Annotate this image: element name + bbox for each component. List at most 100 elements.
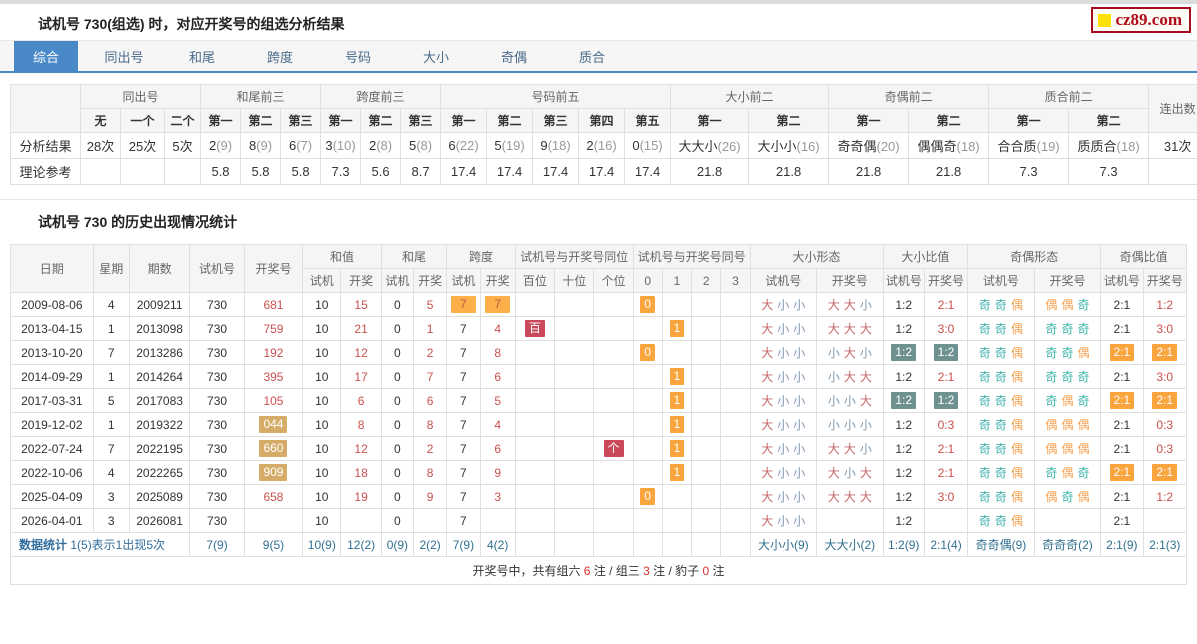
tab-大小[interactable]: 大小 (404, 41, 468, 71)
cell: 奇奇偶 (967, 484, 1035, 509)
cell: 2019322 (128, 412, 191, 437)
cell: 2:1 (923, 292, 969, 317)
cell: 1:2 (882, 340, 925, 365)
cell (720, 412, 751, 437)
cell: 4 (479, 316, 516, 341)
badge-1: 1 (669, 368, 685, 385)
cell: 730 (189, 292, 245, 317)
cell (661, 484, 693, 509)
badge-7: 7 (485, 296, 510, 313)
cell: 大大小(2) (816, 532, 884, 557)
cell (340, 508, 382, 533)
cell: 21.8 (908, 158, 990, 185)
pattern-奇偶奇: 奇偶奇 (1045, 394, 1090, 408)
cell: 小小小 (816, 412, 884, 437)
cell: 奇奇奇 (1033, 316, 1102, 341)
cell: 7 (92, 340, 130, 365)
cell: 奇奇偶 (967, 460, 1035, 485)
pattern-奇奇偶: 奇奇偶 (978, 466, 1023, 480)
header-cell: 号码前五 (440, 84, 672, 109)
cell (593, 292, 634, 317)
cell: 10 (302, 388, 342, 413)
cell: 奇奇偶 (967, 316, 1035, 341)
header-cell: 3 (720, 268, 751, 293)
pattern-大大小: 大大小 (827, 442, 872, 456)
header-cell: 第五 (624, 108, 672, 133)
history-section-title: 试机号 730 的历史出现情况统计 (38, 214, 238, 230)
pattern-偶偶偶: 偶偶偶 (1045, 418, 1090, 432)
cell: 2:1 (1142, 340, 1188, 365)
cell: 0:3 (1142, 436, 1188, 461)
badge-0: 0 (640, 296, 656, 313)
site-logo[interactable]: cz89.com (1091, 7, 1191, 33)
header-cell: 1 (661, 268, 693, 293)
tab-同出号[interactable]: 同出号 (92, 41, 156, 71)
cell: 5.8 (280, 158, 322, 185)
table-row: 2014-09-29 1 2014264 730 395 10 17 0 7 7 6 1 大小小小大大 1… (10, 364, 1188, 389)
badge-1:2: 1:2 (891, 392, 917, 409)
cell (554, 292, 595, 317)
badge-百: 百 (524, 320, 545, 337)
cell: 2022265 (128, 460, 191, 485)
cell: 8 (412, 460, 448, 485)
cell: 7 (446, 364, 481, 389)
cell: 17.4 (624, 158, 672, 185)
cell: 0 (632, 340, 663, 365)
cell: 17.4 (532, 158, 580, 185)
tab-跨度[interactable]: 跨度 (248, 41, 312, 71)
cell: 个 (593, 436, 634, 461)
cell: 8 (479, 340, 516, 365)
cell: 奇奇奇 (1033, 364, 1102, 389)
history-table: 日期 星期 期数 试机号 开奖号 和值 和尾 跨度 试机号与开奖号同位 试机号与开奖号同号 大小形态… (9, 244, 1188, 585)
cell: 3:0 (1142, 364, 1188, 389)
tab-奇偶[interactable]: 奇偶 (482, 41, 546, 71)
cell: 大小小(9) (749, 532, 818, 557)
header-cell: 第三 (400, 108, 442, 133)
header-row: 日期 星期 期数 试机号 开奖号 和值 和尾 跨度 试机号与开奖号同位 试机号与开奖号同号 大小形态… (10, 244, 1187, 293)
cell: 17.4 (440, 158, 488, 185)
tab-综合[interactable]: 综合 (14, 41, 78, 71)
pattern-偶偶偶: 偶偶偶 (1045, 442, 1090, 456)
cell: 大小小(16) (748, 132, 830, 159)
cell (554, 508, 595, 533)
tab-和尾[interactable]: 和尾 (170, 41, 234, 71)
header-cell: 0 (632, 268, 663, 293)
cell (691, 484, 722, 509)
cell: 1:2 (882, 364, 925, 389)
table-row: 2013-10-20 7 2013286 730 192 10 12 0 2 7 8 0 大小小小大小 1… (10, 340, 1188, 365)
cell: 105 (243, 388, 304, 413)
cell: 1:2 (882, 508, 925, 533)
cell: 2009211 (128, 292, 191, 317)
cell: 17.4 (486, 158, 534, 185)
cell: 2022-07-24 (10, 436, 94, 461)
badge-1: 1 (669, 320, 685, 337)
cell: 6 (412, 388, 448, 413)
page-title: 试机号 730(组选) 时，对应开奖号的组选分析结果 (38, 16, 345, 32)
cell (720, 364, 751, 389)
header-cell: 大小形态 (749, 244, 884, 269)
cell (80, 158, 121, 185)
cell: 2025089 (128, 484, 191, 509)
cell: 9 (412, 484, 448, 509)
cell: 1:2 (882, 412, 925, 437)
header-cell: 百位 (514, 268, 556, 293)
cell: 681 (243, 292, 304, 317)
cell (514, 460, 556, 485)
badge-2:1: 2:1 (1152, 344, 1178, 361)
header-cell: 跨度 (446, 244, 516, 269)
cell: 7 (446, 508, 481, 533)
cell: 10 (302, 460, 342, 485)
cell: 7 (446, 340, 481, 365)
tab-号码[interactable]: 号码 (326, 41, 390, 71)
tab-质合[interactable]: 质合 (560, 41, 624, 71)
cell: 9 (479, 460, 516, 485)
header-cell: 试机号与开奖号同号 (632, 244, 751, 269)
cell: 12 (340, 436, 382, 461)
header-cell: 连出数 (1148, 84, 1197, 133)
cell (691, 460, 722, 485)
cell: 数据统计 1(5)表示1出现5次 (9, 532, 191, 557)
cell: 8(9) (240, 132, 282, 159)
cell: 10 (302, 412, 342, 437)
badge-1: 1 (669, 416, 685, 433)
cell: 2013-10-20 (10, 340, 94, 365)
